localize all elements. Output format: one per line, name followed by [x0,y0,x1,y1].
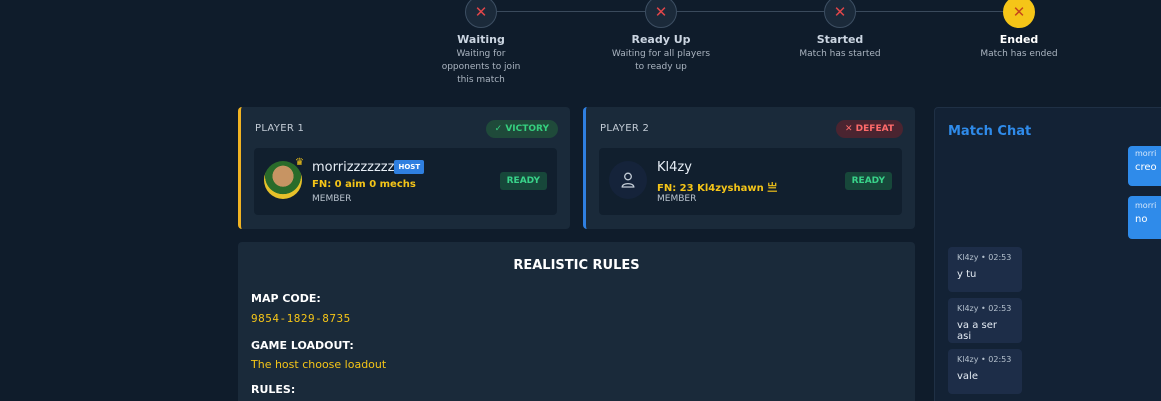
player-label: PLAYER 2 [600,123,650,134]
match-progress-stepper: ✕ Waiting Waiting for opponents to join … [0,0,1161,100]
message-text: creo [1135,162,1157,173]
x-icon: ✕ [645,0,677,28]
step-description: Waiting for all players to ready up [611,49,711,72]
player-label: PLAYER 1 [255,123,305,134]
chat-message-outgoing: morri no [1128,196,1161,239]
message-meta: Kl4zy • 02:53 [957,304,1012,313]
message-text: no [1135,214,1148,225]
host-badge: HOST [394,159,425,174]
step-title: Waiting [457,33,505,46]
x-icon: ✕ [465,0,497,28]
player-name[interactable]: Kl4zy [657,160,692,175]
step-title: Ready Up [631,33,691,46]
message-text: va a ser asi [957,320,998,342]
result-label: VICTORY [505,124,549,134]
player-1-card: PLAYER 1 ✓ VICTORY ♛ morrizzzzzzz HOST FN… [238,107,570,229]
fortnite-info: FN: 0 aim 0 mechs [312,179,416,190]
message-meta: Kl4zy • 02:53 [957,355,1012,364]
player-info: ♛ morrizzzzzzz HOST FN: 0 aim 0 mechs MEM… [254,148,557,215]
chat-title: Match Chat [948,124,1032,139]
chat-message-outgoing: morri creo [1128,146,1161,186]
player-name-text: morrizzzzzzz [312,160,395,175]
crown-icon: ♛ [295,157,304,168]
ready-status-badge: READY [499,172,547,190]
x-icon: ✕ [844,124,853,134]
step-description: Waiting for opponents to join this match [441,49,521,85]
player-2-card: PLAYER 2 ✕ DEFEAT Kl4zy FN: 23 Kl4zyshaw… [583,107,915,229]
game-loadout-value: The host choose loadout [251,358,387,371]
map-code-value[interactable]: 9854-1829-8735 [251,312,351,325]
x-icon: ✕ [824,0,856,28]
message-text: vale [957,371,978,382]
chat-message-incoming: Kl4zy • 02:53 vale [948,349,1022,394]
match-chat-panel: Match Chat morri creo morri no Kl4zy • 0… [934,107,1161,401]
chat-message-incoming: Kl4zy • 02:53 y tu [948,247,1022,292]
message-meta: morri [1135,201,1157,210]
message-meta: Kl4zy • 02:53 [957,253,1012,262]
rules-title: REALISTIC RULES [513,258,640,273]
x-icon: ✕ [1003,0,1035,28]
game-loadout-label: GAME LOADOUT: [251,339,354,352]
step-waiting: ✕ Waiting Waiting for opponents to join … [421,0,541,87]
ready-status-badge: READY [844,172,892,190]
victory-badge: ✓ VICTORY [485,120,558,138]
user-icon [621,172,635,188]
rules-label: RULES: [251,383,296,396]
player-role: MEMBER [657,194,697,204]
result-label: DEFEAT [855,124,894,134]
avatar[interactable] [609,161,647,199]
fortnite-info: FN: 23 Kl4zyshawn 亗 [657,183,778,194]
message-text: y tu [957,269,977,280]
map-code-label: MAP CODE: [251,292,321,305]
step-description: Match has started [799,49,881,59]
player-role: MEMBER [312,194,352,204]
message-meta: morri [1135,149,1157,158]
check-icon: ✓ [494,124,503,134]
defeat-badge: ✕ DEFEAT [835,120,903,138]
step-ended: ✕ Ended Match has ended [959,0,1079,61]
step-started: ✕ Started Match has started [780,0,900,61]
step-title: Started [816,33,864,46]
step-title: Ended [999,33,1039,46]
rules-panel: REALISTIC RULES MAP CODE: 9854-1829-8735… [238,242,915,401]
chat-message-incoming: Kl4zy • 02:53 va a ser asi [948,298,1022,343]
player-info: Kl4zy FN: 23 Kl4zyshawn 亗 MEMBER READY [599,148,902,215]
player-name[interactable]: morrizzzzzzz HOST [312,159,425,175]
step-ready-up: ✕ Ready Up Waiting for all players to re… [601,0,721,74]
step-description: Match has ended [980,49,1058,59]
